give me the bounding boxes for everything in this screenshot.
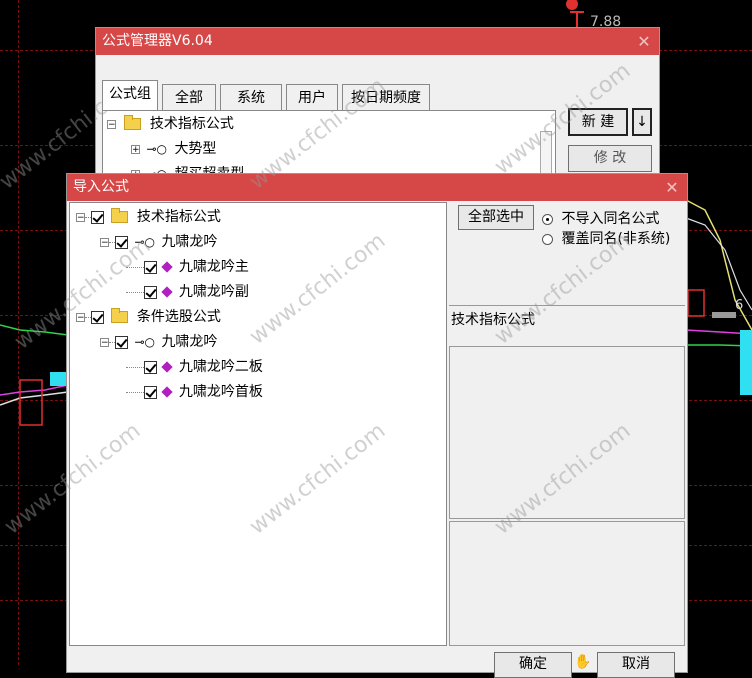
tree-item-label: 九啸龙吟 bbox=[161, 334, 218, 350]
close-icon[interactable]: ✕ bbox=[635, 28, 653, 55]
tab-system[interactable]: 系统 bbox=[220, 84, 282, 110]
collapse-icon[interactable]: − bbox=[107, 119, 116, 129]
expand-icon[interactable]: + bbox=[131, 144, 140, 154]
tab-formula-group[interactable]: 公式组 bbox=[102, 80, 158, 110]
manager-title: 公式管理器V6.04 bbox=[102, 33, 213, 49]
tree-item-formula[interactable]: 九啸龙吟二板 bbox=[126, 355, 263, 379]
collapse-icon[interactable]: − bbox=[100, 237, 109, 247]
import-title: 导入公式 bbox=[73, 179, 129, 195]
radio-label: 不导入同名公式 bbox=[561, 211, 660, 227]
tree-item-formula[interactable]: 九啸龙吟副 bbox=[126, 280, 249, 304]
tree-item-label: 九啸龙吟副 bbox=[178, 284, 249, 300]
tab-user[interactable]: 用户 bbox=[286, 84, 338, 110]
tab-all[interactable]: 全部 bbox=[162, 84, 216, 110]
folder-icon bbox=[124, 115, 142, 130]
tree-item-tech-indicators[interactable]: − 技术指标公式 bbox=[107, 112, 234, 136]
formula-icon bbox=[161, 386, 174, 398]
checkbox[interactable] bbox=[144, 260, 157, 274]
tree-item-market-type[interactable]: + ⊸○ 大势型 bbox=[131, 137, 216, 161]
tree-item-label: 技术指标公式 bbox=[136, 209, 221, 225]
checkbox[interactable] bbox=[91, 310, 104, 324]
radio-icon[interactable] bbox=[542, 213, 553, 225]
tree-item-formula[interactable]: 九啸龙吟首板 bbox=[126, 380, 263, 404]
formula-description-panel bbox=[449, 347, 685, 519]
manager-title-bar[interactable]: 公式管理器V6.04 ✕ bbox=[96, 28, 659, 55]
close-icon[interactable]: ✕ bbox=[663, 174, 681, 201]
checkbox[interactable] bbox=[144, 285, 157, 299]
edit-button[interactable]: 修 改 bbox=[568, 145, 652, 172]
tree-item-label: 技术指标公式 bbox=[149, 116, 234, 132]
formula-icon bbox=[161, 261, 174, 273]
folder-icon bbox=[111, 208, 129, 223]
formula-icon bbox=[161, 286, 174, 298]
checkbox[interactable] bbox=[115, 335, 128, 349]
tree-item-label: 九啸龙吟首板 bbox=[178, 384, 263, 400]
import-title-bar[interactable]: 导入公式 ✕ bbox=[67, 174, 687, 201]
tree-item-label: 条件选股公式 bbox=[136, 309, 221, 325]
ok-button[interactable]: 确定 bbox=[494, 652, 572, 678]
collapse-icon[interactable]: − bbox=[76, 212, 85, 222]
tree-item-label: 九啸龙吟二板 bbox=[178, 359, 263, 375]
formula-icon bbox=[161, 361, 174, 373]
checkbox[interactable] bbox=[91, 210, 104, 224]
folder-icon bbox=[111, 308, 129, 323]
radio-no-import-same-name[interactable]: 不导入同名公式 bbox=[542, 208, 659, 228]
checkbox[interactable] bbox=[144, 360, 157, 374]
cancel-button[interactable]: 取消 bbox=[597, 652, 675, 678]
tree-item-tech-indicators[interactable]: − 技术指标公式 bbox=[76, 205, 221, 229]
price-tag: 6 bbox=[735, 298, 744, 313]
tree-item-label: 大势型 bbox=[174, 141, 217, 157]
tree-item-stock-selection[interactable]: − 条件选股公式 bbox=[76, 305, 221, 329]
arrow-down-button[interactable]: ↓ bbox=[632, 108, 652, 136]
collapse-icon[interactable]: − bbox=[100, 337, 109, 347]
radio-icon[interactable] bbox=[542, 233, 553, 245]
pointer-icon: ✋ bbox=[574, 654, 592, 670]
checkbox[interactable] bbox=[144, 385, 157, 399]
tree-item-label: 九啸龙吟主 bbox=[178, 259, 249, 275]
formula-detail-panel bbox=[449, 521, 685, 646]
tree-item-jiuxiao-group[interactable]: − ⊸○ 九啸龙吟 bbox=[100, 330, 217, 354]
key-icon: ⊸○ bbox=[134, 335, 155, 349]
key-icon: ⊸○ bbox=[146, 142, 167, 156]
select-all-button[interactable]: 全部选中 bbox=[458, 205, 534, 230]
tree-item-label: 九啸龙吟 bbox=[161, 234, 218, 250]
formula-type-label: 技术指标公式 bbox=[449, 305, 685, 347]
